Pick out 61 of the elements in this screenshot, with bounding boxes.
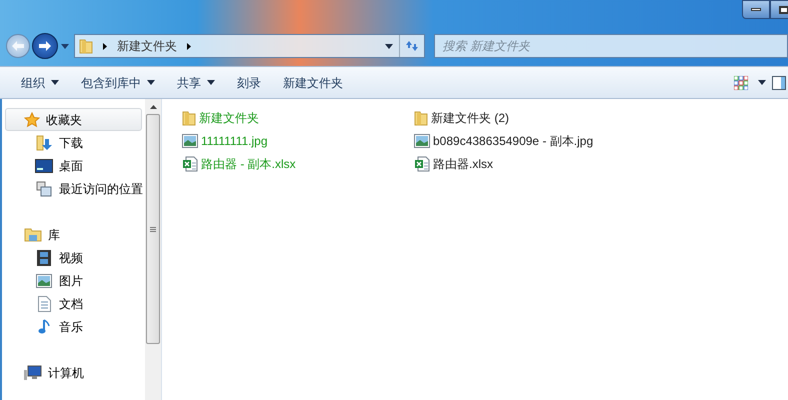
- address-bar[interactable]: 新建文件夹: [74, 34, 424, 58]
- music-note-icon: [38, 318, 50, 334]
- picture-icon: [36, 274, 52, 288]
- file-item[interactable]: 11111111.jpg: [182, 129, 414, 152]
- sidebar-item[interactable]: 文档: [2, 292, 145, 315]
- chevron-icon: [187, 42, 191, 50]
- sidebar-item[interactable]: 视频: [2, 246, 145, 269]
- caret-icon: [207, 80, 215, 85]
- computer-icon: [24, 364, 42, 380]
- sidebar-item[interactable]: 桌面: [2, 154, 145, 177]
- scrollbar[interactable]: [145, 99, 161, 400]
- toolbar-button[interactable]: 新建文件夹: [272, 67, 354, 98]
- sidebar-item[interactable]: 下载: [2, 131, 145, 154]
- file-item[interactable]: 路由器 - 副本.xlsx: [182, 152, 414, 175]
- file-item[interactable]: 新建文件夹: [182, 106, 414, 129]
- pane-icon: [772, 76, 786, 90]
- caret-icon: [758, 80, 766, 85]
- caret-icon: [61, 44, 69, 48]
- library-folder-icon: [24, 228, 42, 242]
- file-item[interactable]: 新建文件夹 (2): [414, 106, 788, 129]
- breadcrumb[interactable]: 新建文件夹: [117, 37, 177, 55]
- download-folder-icon: [36, 134, 52, 150]
- sidebar-item[interactable]: 图片: [2, 269, 145, 292]
- caret-icon: [147, 80, 155, 85]
- folder-icon: [414, 110, 428, 126]
- recent-places-icon: [36, 180, 52, 196]
- folder-icon: [79, 38, 93, 54]
- sidebar-item[interactable]: 计算机: [5, 361, 142, 384]
- scroll-up-icon: [150, 105, 156, 109]
- toolbar-button[interactable]: 共享: [166, 67, 226, 98]
- sidebar-item[interactable]: 库: [5, 223, 142, 246]
- minimize-button[interactable]: [742, 0, 770, 19]
- spreadsheet-file-icon: [414, 156, 430, 172]
- folder-icon: [182, 110, 196, 126]
- chevron-icon: [103, 42, 107, 50]
- search-field[interactable]: 搜索 新建文件夹: [434, 34, 788, 58]
- film-icon: [37, 250, 51, 266]
- grid-view-icon: [734, 76, 748, 90]
- sidebar-item[interactable]: 收藏夹: [5, 108, 142, 131]
- toolbar-button[interactable]: 包含到库中: [70, 67, 166, 98]
- caret-icon: [51, 80, 59, 85]
- right-arrow-icon: [39, 41, 51, 51]
- image-file-icon: [414, 134, 430, 148]
- document-icon: [38, 296, 50, 312]
- desktop-icon: [35, 158, 53, 172]
- spreadsheet-file-icon: [182, 156, 198, 172]
- scrollbar-thumb[interactable]: [146, 114, 160, 344]
- toolbar-button[interactable]: 刻录: [226, 67, 272, 98]
- toolbar-button[interactable]: 组织: [10, 67, 70, 98]
- image-file-icon: [182, 134, 198, 148]
- star-icon: [24, 112, 40, 128]
- grip-icon: [150, 226, 156, 232]
- file-item[interactable]: 路由器.xlsx: [414, 152, 788, 175]
- file-item[interactable]: b089c4386354909e - 副本.jpg: [414, 129, 788, 152]
- sidebar-item[interactable]: 音乐: [2, 315, 145, 338]
- refresh-arrows-icon: [404, 40, 418, 52]
- recent-pages-button[interactable]: [60, 44, 70, 48]
- left-arrow-icon: [12, 41, 24, 51]
- caret-icon: [385, 44, 393, 48]
- sidebar-item[interactable]: 最近访问的位置: [2, 177, 145, 200]
- forward-button[interactable]: [32, 33, 58, 59]
